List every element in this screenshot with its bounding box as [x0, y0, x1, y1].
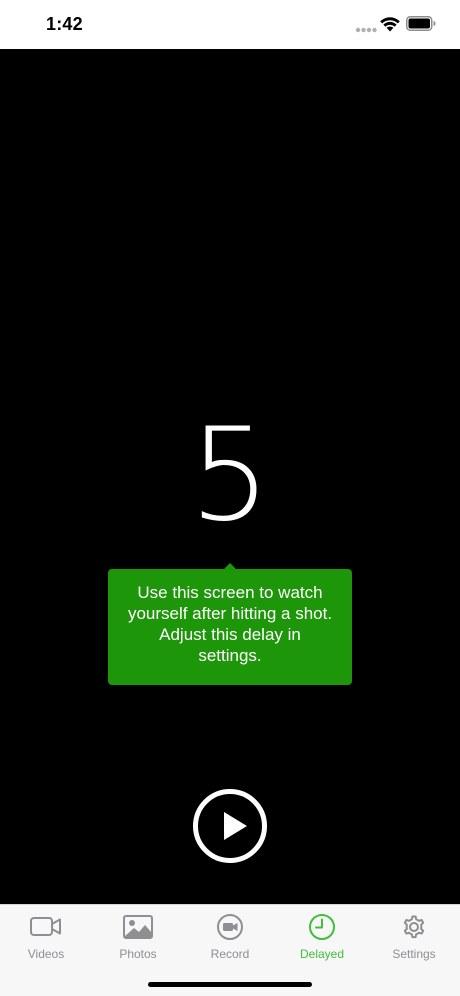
tab-delayed[interactable]: Delayed: [276, 913, 368, 969]
tooltip-line: Adjust this delay in: [159, 625, 301, 644]
photo-icon: [123, 915, 153, 939]
play-icon: [224, 812, 247, 840]
record-icon: [217, 914, 243, 940]
delay-countdown: 5: [189, 401, 271, 550]
tooltip-line: settings.: [198, 646, 262, 665]
battery-icon: [406, 16, 436, 31]
tab-label: Photos: [119, 947, 157, 961]
video-camera-icon: [30, 917, 61, 936]
tab-photos[interactable]: Photos: [92, 913, 184, 969]
tab-settings[interactable]: Settings: [368, 913, 460, 969]
tab-label: Record: [210, 947, 250, 961]
tab-label: Videos: [27, 947, 65, 961]
gear-icon: [403, 915, 425, 939]
tab-label: Delayed: [299, 947, 345, 961]
tab-label: Settings: [392, 947, 436, 961]
onboarding-tooltip[interactable]: Use this screen to watch yourself after …: [108, 569, 352, 685]
tab-videos[interactable]: Videos: [0, 913, 92, 969]
tooltip-line: Use this screen to watch: [137, 583, 323, 602]
status-time: 1:42: [46, 14, 83, 34]
cellular-signal-icon: [355, 27, 377, 33]
status-bar: 1:42: [0, 0, 460, 49]
wifi-icon: [380, 17, 400, 32]
tab-record[interactable]: Record: [184, 913, 276, 969]
play-button[interactable]: [193, 789, 267, 863]
clock-icon: [309, 914, 335, 940]
tooltip-line: yourself after hitting a shot.: [127, 604, 333, 623]
home-indicator[interactable]: [148, 982, 312, 987]
tab-bar: Videos Photos Record Delayed Settings: [0, 904, 460, 996]
